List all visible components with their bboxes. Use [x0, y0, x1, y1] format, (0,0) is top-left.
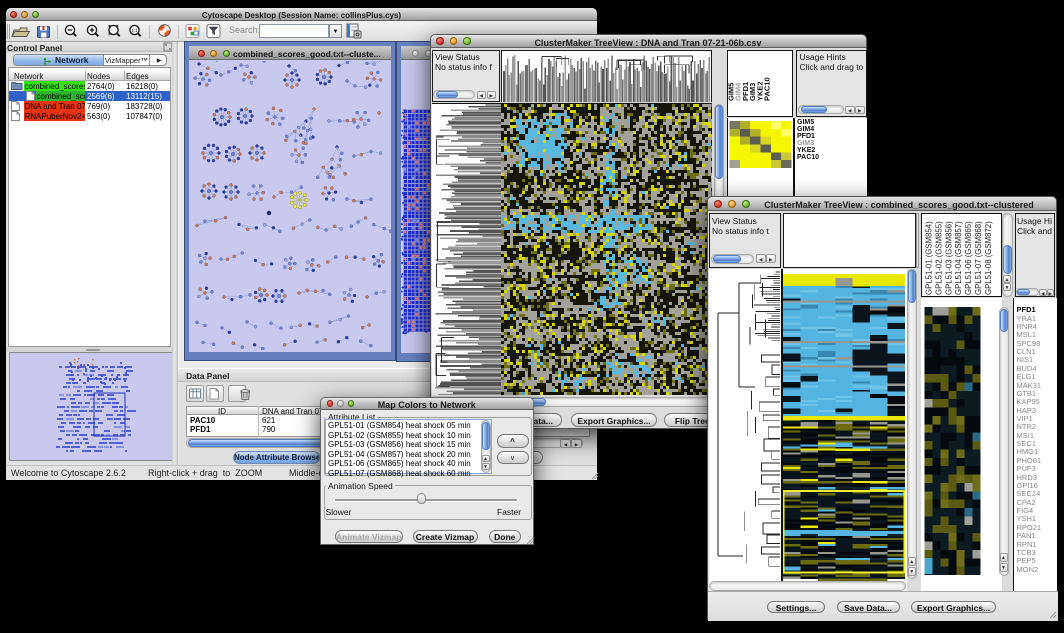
svg-text:GPL51-02 (GSM855): GPL51-02 (GSM855) — [934, 220, 943, 294]
svg-text:GPL51-03 (GSM856): GPL51-03 (GSM856) — [944, 220, 953, 294]
svg-text:GPL51-07 (GSM868): GPL51-07 (GSM868) — [974, 220, 983, 294]
svg-text:GPL51-06 (GSM865): GPL51-06 (GSM865) — [964, 220, 973, 294]
svg-text:GPL51-04 (GSM857): GPL51-04 (GSM857) — [954, 220, 963, 294]
svg-text:GPL51-08 (GSM872): GPL51-08 (GSM872) — [983, 220, 992, 294]
svg-text:PAC10: PAC10 — [763, 77, 772, 101]
svg-text:GPL51-01 (GSM854): GPL51-01 (GSM854) — [924, 220, 933, 294]
svg-text:1:1: 1:1 — [132, 28, 139, 33]
